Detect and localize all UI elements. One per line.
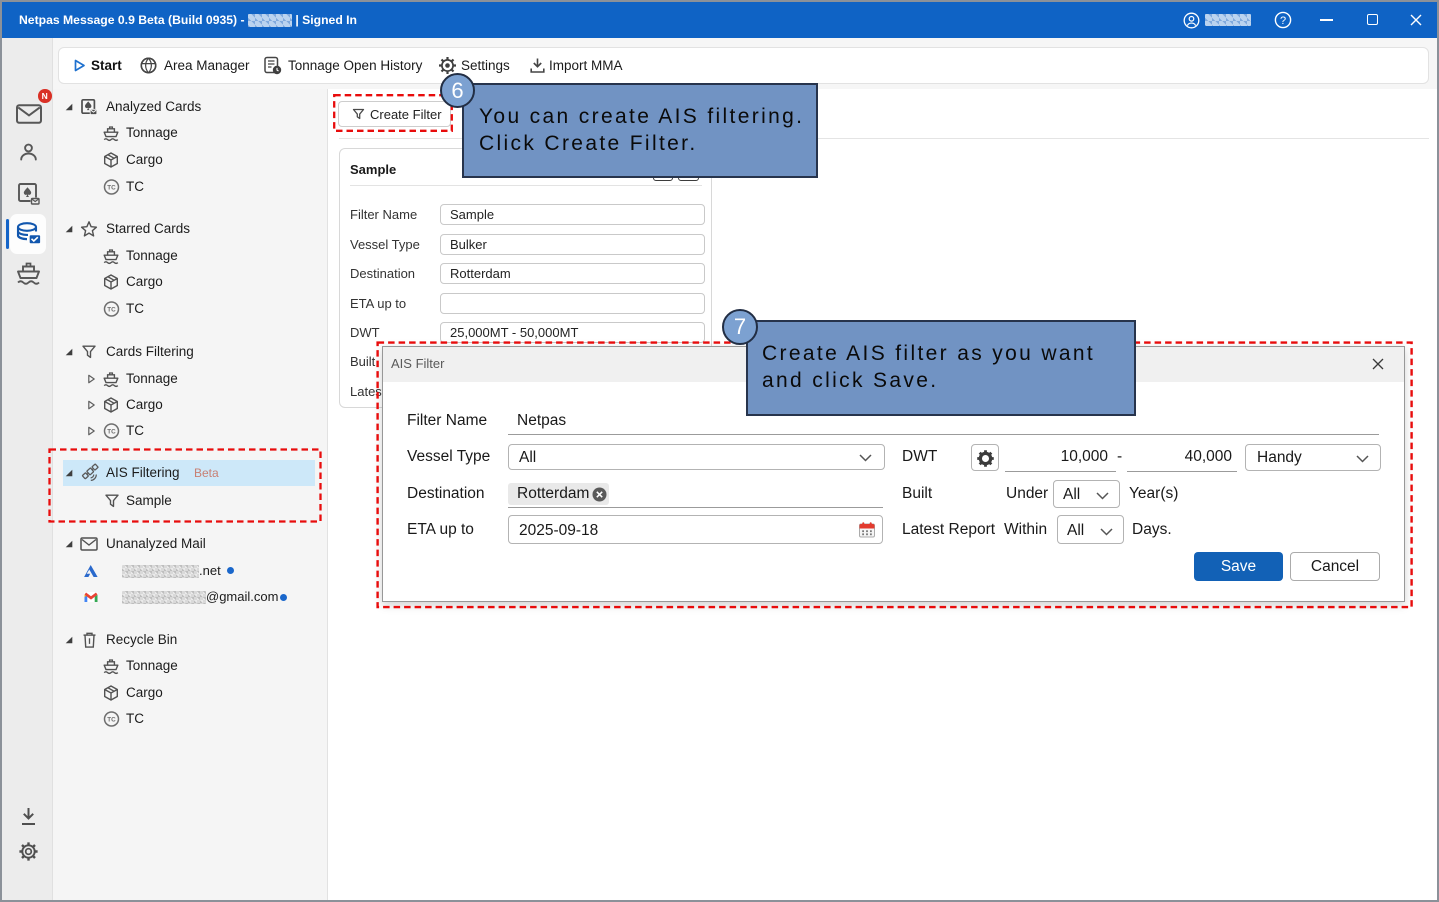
svg-text:TC: TC bbox=[107, 717, 116, 724]
svg-text:TC: TC bbox=[107, 429, 116, 436]
svg-text:TC: TC bbox=[107, 184, 116, 191]
svg-text:TC: TC bbox=[107, 306, 116, 313]
